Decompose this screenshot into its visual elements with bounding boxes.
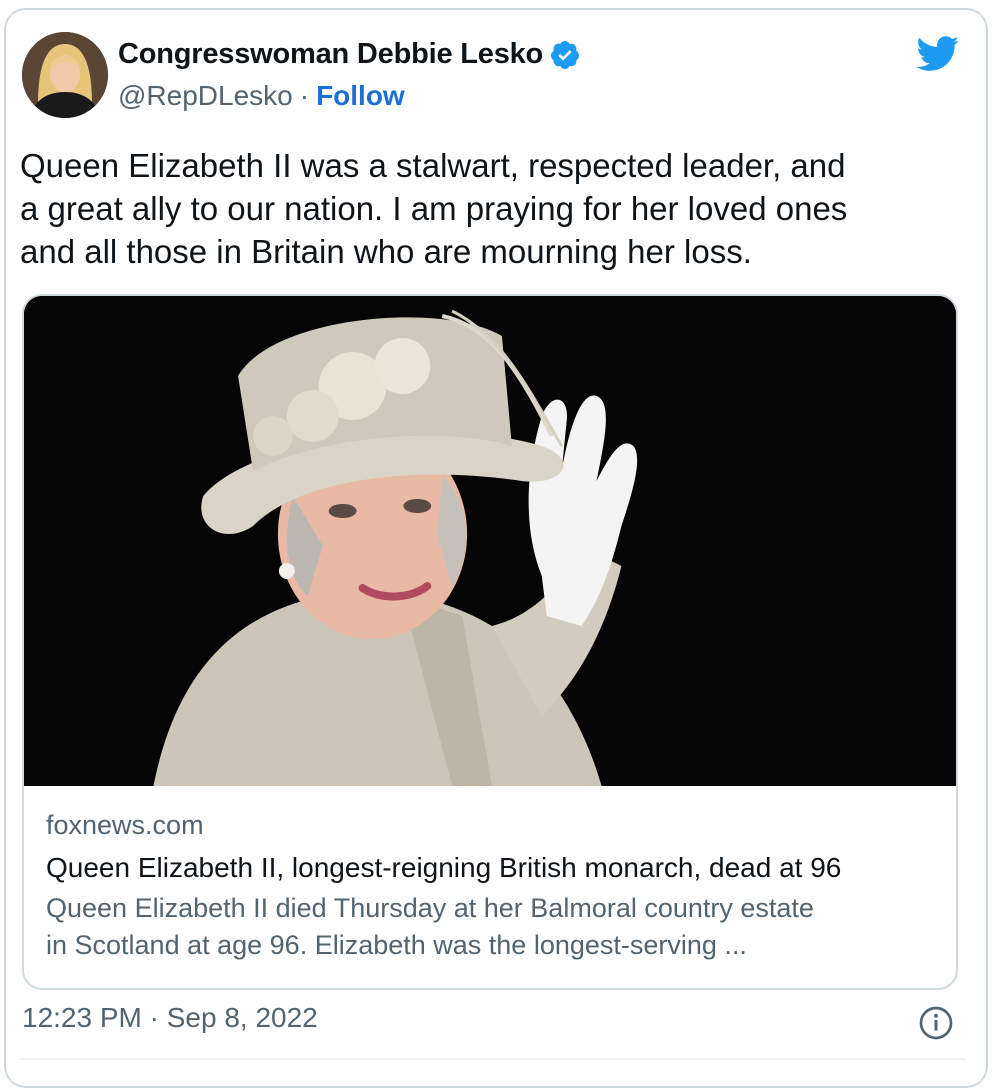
author-row: Congresswoman Debbie Lesko: [118, 38, 581, 71]
link-domain: foxnews.com: [46, 810, 204, 840]
tweet-text: Queen Elizabeth II was a stalwart, respe…: [20, 147, 848, 270]
separator-dot: ·: [299, 80, 310, 111]
follow-button[interactable]: Follow: [316, 80, 405, 112]
author-name[interactable]: Congresswoman Debbie Lesko: [118, 38, 543, 71]
info-icon[interactable]: [918, 1005, 954, 1041]
divider: [20, 1058, 966, 1060]
link-preview-card[interactable]: foxnews.com Queen Elizabeth II, longest-…: [22, 294, 958, 990]
verified-badge-icon: [551, 40, 580, 69]
twitter-bird-icon[interactable]: [916, 36, 960, 72]
avatar-photo: [22, 32, 108, 118]
link-headline[interactable]: Queen Elizabeth II, longest-reigning Bri…: [46, 848, 936, 888]
tweet-timestamp[interactable]: 12:23 PM · Sep 8, 2022: [22, 1002, 318, 1034]
handle-row: @RepDLesko · Follow: [118, 80, 405, 112]
avatar[interactable]: [22, 32, 108, 118]
link-meta: foxnews.com Queen Elizabeth II, longest-…: [46, 808, 936, 964]
author-handle[interactable]: @RepDLesko: [118, 80, 293, 112]
link-description: Queen Elizabeth II died Thursday at her …: [46, 893, 814, 960]
article-image[interactable]: [24, 296, 956, 786]
